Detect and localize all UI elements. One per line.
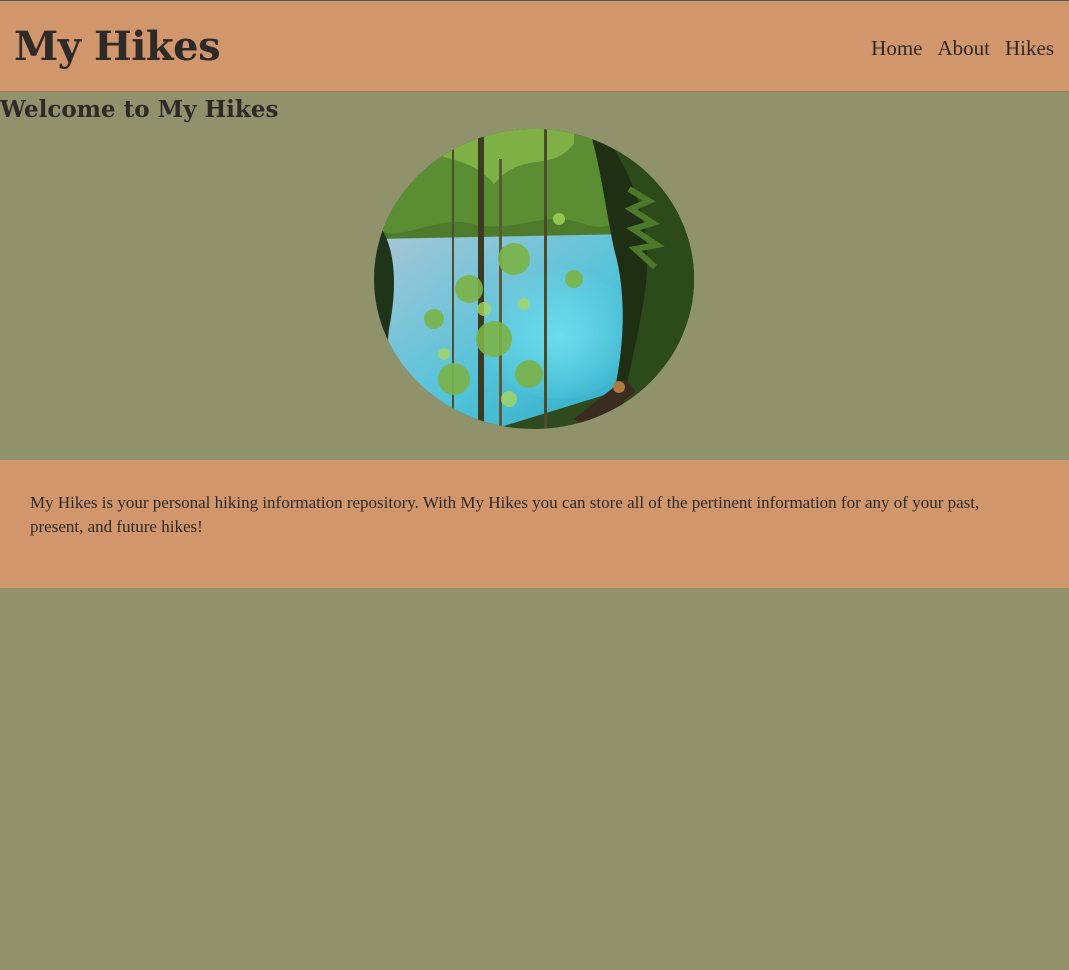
- site-title: My Hikes: [14, 23, 221, 70]
- site-header: My Hikes Home About Hikes: [0, 0, 1069, 92]
- nav-link-about[interactable]: About: [938, 35, 991, 61]
- main-nav: Home About Hikes: [871, 35, 1054, 61]
- page-heading: Welcome to My Hikes: [0, 96, 279, 123]
- intro-text: My Hikes is your personal hiking informa…: [30, 493, 980, 536]
- intro-panel: My Hikes is your personal hiking informa…: [0, 460, 1069, 588]
- forest-river-photo: [374, 129, 694, 429]
- nav-link-home[interactable]: Home: [871, 35, 922, 61]
- nav-link-hikes[interactable]: Hikes: [1005, 35, 1054, 61]
- hero-image: [374, 129, 694, 429]
